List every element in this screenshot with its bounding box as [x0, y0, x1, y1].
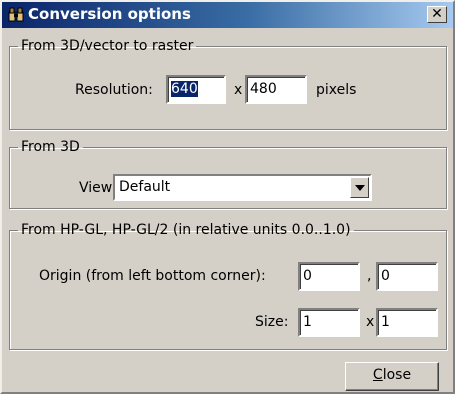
origin-x-input[interactable]: 0 [298, 262, 360, 291]
size-x-separator: x [366, 314, 375, 330]
close-button-mnemonic: C [372, 367, 383, 383]
title-bar: Conversion options ✕ [2, 2, 453, 28]
size-label: Size: [255, 314, 289, 330]
origin-y-input[interactable]: 0 [376, 262, 438, 291]
view-label: View: [79, 180, 117, 196]
resolution-units-label: pixels [316, 82, 357, 98]
origin-x-value: 0 [303, 268, 312, 284]
close-button[interactable]: Close [345, 362, 439, 391]
origin-y-value: 0 [381, 268, 390, 284]
resolution-width-input[interactable]: 640 [166, 75, 226, 104]
close-icon: ✕ [431, 6, 443, 22]
window-title: Conversion options [28, 5, 191, 23]
close-button-label: lose [382, 367, 412, 383]
origin-label: Origin (from left bottom corner): [39, 268, 266, 284]
from3d-group-legend: From 3D [21, 139, 80, 155]
close-window-button[interactable]: ✕ [427, 6, 447, 23]
size-height-value: 1 [381, 314, 390, 330]
hpgl-group-legend: From HP-GL, HP-GL/2 (in relative units 0… [21, 222, 351, 238]
binoculars-icon [8, 7, 24, 22]
view-select-value: Default [119, 179, 171, 195]
size-height-input[interactable]: 1 [376, 308, 438, 337]
resolution-height-value: 480 [250, 81, 277, 97]
resolution-width-value: 640 [171, 81, 198, 97]
size-width-input[interactable]: 1 [298, 308, 360, 337]
chevron-down-icon[interactable] [350, 177, 369, 198]
origin-separator: , [367, 268, 372, 284]
resolution-label: Resolution: [75, 82, 153, 98]
raster-group-legend: From 3D/vector to raster [21, 38, 194, 54]
resolution-x-separator: x [234, 82, 243, 98]
conversion-options-dialog: Conversion options ✕ From 3D/vector to r… [0, 0, 455, 394]
size-width-value: 1 [303, 314, 312, 330]
resolution-height-input[interactable]: 480 [245, 75, 307, 104]
view-select[interactable]: Default [113, 174, 372, 201]
